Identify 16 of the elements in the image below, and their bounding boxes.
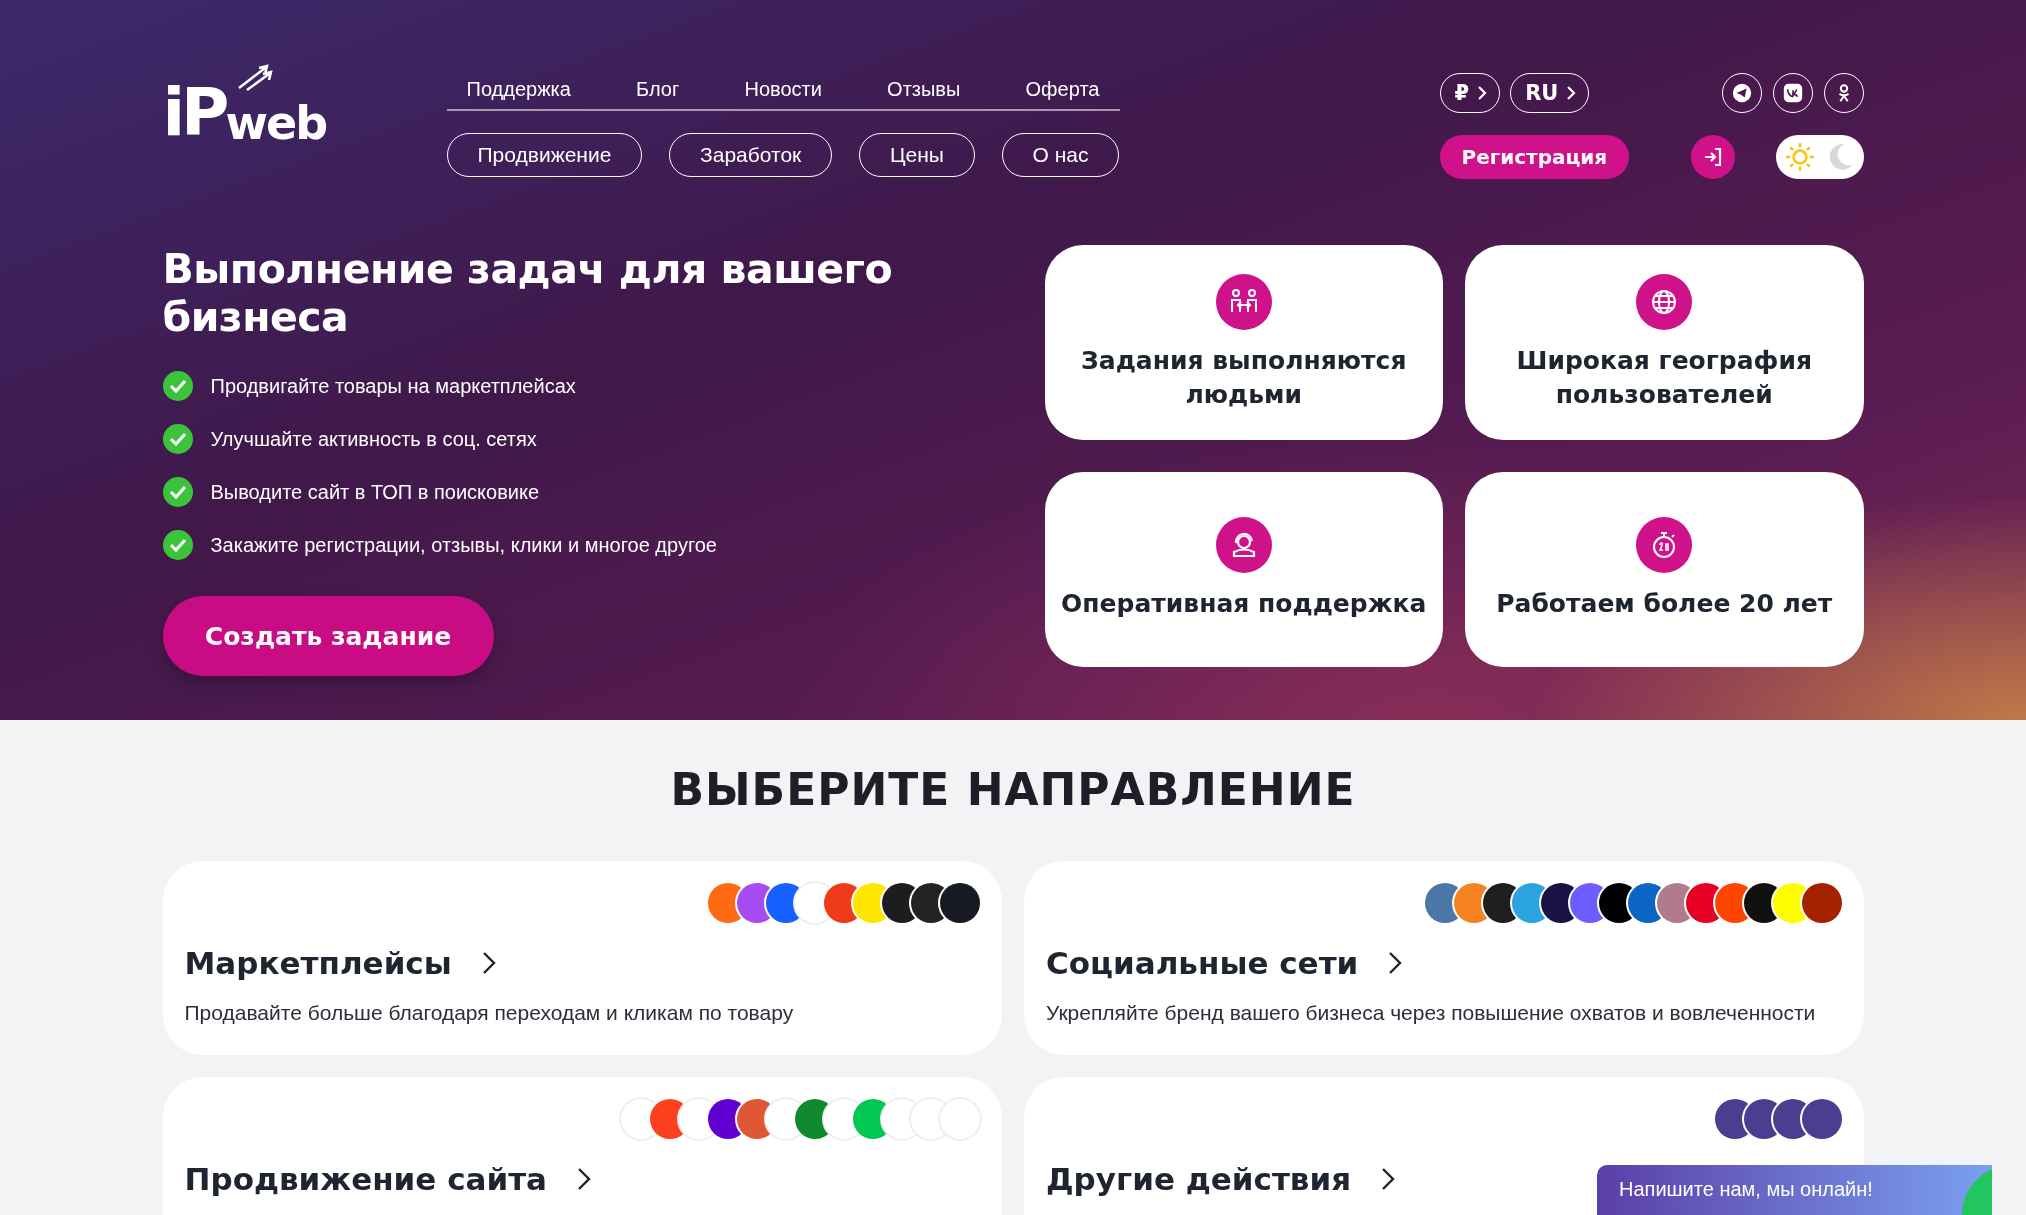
direction-title: Продвижение сайта <box>184 1161 548 1197</box>
benefit-text: Улучшайте активность в соц. сетях <box>210 427 537 451</box>
benefit-text: Закажите регистрации, отзывы, клики и многое другое <box>210 533 717 557</box>
feature-text: Широкая география пользователей <box>1515 344 1813 411</box>
feature-text: Задания выполняются людьми <box>1080 344 1408 411</box>
hero-heading: Выполнение задач для вашего бизнеса <box>162 245 894 341</box>
feature-text: Работаем более 20 лет <box>1496 588 1833 620</box>
direction-title: Другие действия <box>1046 1161 1352 1197</box>
direction-description: Укрепляйте бренд вашего бизнеса через повышение охватов и вовлеченности <box>1046 1001 1817 1025</box>
benefit-text: Выводите сайт в ТОП в поисковике <box>210 480 540 504</box>
direction-title: Социальные сети <box>1046 945 1359 981</box>
section-heading: ВЫБЕРИТЕ НАПРАВЛЕНИЕ <box>669 764 1357 815</box>
direction-description: Продавайте больше благодаря переходам и кликам по товару <box>184 1001 795 1025</box>
direction-title: Маркетплейсы <box>184 945 452 981</box>
benefit-text: Продвигайте товары на маркетплейсах <box>210 374 576 398</box>
feature-text: Оперативная поддержка <box>1061 588 1427 620</box>
